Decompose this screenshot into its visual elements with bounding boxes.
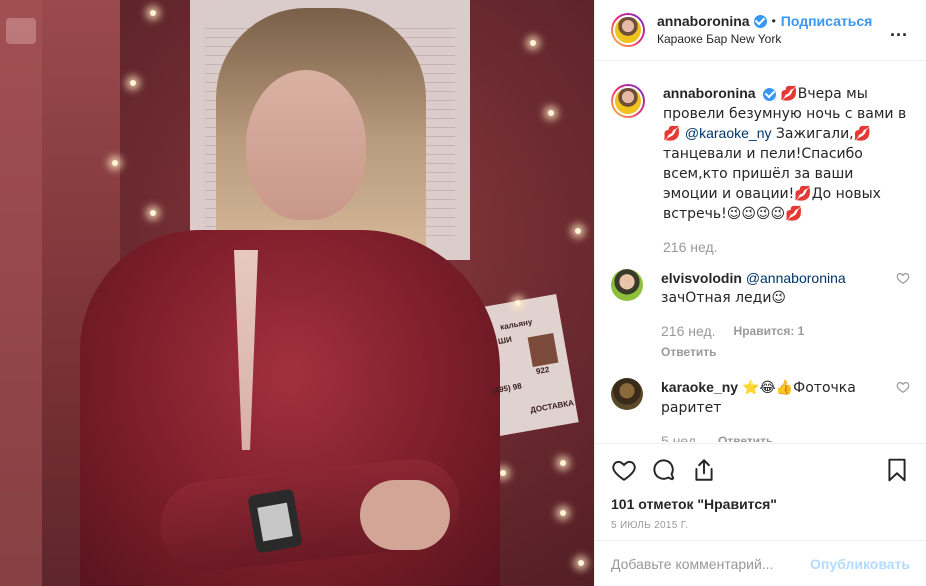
string-light — [150, 10, 156, 16]
caption-age[interactable]: 216 нед. — [663, 238, 718, 257]
caption-username[interactable]: annaboronina — [663, 85, 756, 101]
photo-door — [0, 0, 42, 586]
photo-face — [246, 70, 366, 220]
avatar[interactable] — [611, 13, 645, 47]
header-text: annaboronina • Подписаться Караоке Бар N… — [657, 13, 888, 47]
comment-item: karaoke_ny ⭐😂👍Фоточка раритет 5 нед. Отв… — [611, 378, 910, 442]
string-light — [150, 210, 156, 216]
comment-bubble-icon[interactable] — [651, 457, 677, 483]
string-light — [578, 560, 584, 566]
photo-sign-image — [527, 332, 559, 368]
action-buttons — [611, 454, 910, 486]
string-light — [515, 300, 521, 306]
string-light — [530, 40, 536, 46]
comment-message: зачОтная леди😉 — [661, 290, 787, 306]
publish-button[interactable]: Опубликовать — [810, 556, 910, 572]
photo-hand — [360, 480, 450, 550]
photo-door-handle — [6, 18, 36, 44]
string-light — [560, 460, 566, 466]
comment-avatar[interactable] — [611, 378, 643, 410]
location-link[interactable]: Караоке Бар New York — [657, 31, 888, 47]
post-photo[interactable]: кальяну ШИ 922 (495) 98 ДОСТАВКА — [0, 0, 594, 586]
comment-body: elvisvolodin @annaboronina зачОтная леди… — [661, 269, 890, 362]
string-light — [112, 160, 118, 166]
separator-dot: • — [771, 14, 776, 28]
comment-text: elvisvolodin @annaboronina зачОтная леди… — [661, 269, 890, 308]
post-sidebar: annaboronina • Подписаться Караоке Бар N… — [594, 0, 926, 586]
string-light — [575, 228, 581, 234]
post-header: annaboronina • Подписаться Караоке Бар N… — [595, 0, 926, 61]
comment-meta: 216 нед. Нравится: 1 — [661, 322, 890, 341]
verified-badge-icon — [753, 14, 767, 28]
photo-watch-face — [257, 502, 293, 542]
likes-count[interactable]: 101 отметок "Нравится" — [611, 496, 910, 512]
comment-username[interactable]: karaoke_ny — [661, 379, 738, 395]
caption-text: annaboronina 💋Вчера мы провели безумную … — [663, 84, 910, 224]
comment-item: elvisvolodin @annaboronina зачОтная леди… — [611, 269, 910, 362]
caption-meta: 216 нед. — [663, 238, 910, 257]
string-light — [500, 470, 506, 476]
comment-mention[interactable]: @annaboronina — [746, 270, 846, 286]
post-actions: 101 отметок "Нравится" 5 июль 2015 г. — [595, 443, 926, 531]
comment-input[interactable] — [611, 555, 811, 572]
verified-badge-icon — [763, 88, 777, 101]
avatar-image — [613, 86, 643, 116]
comment-avatar[interactable] — [611, 269, 643, 301]
share-icon[interactable] — [691, 457, 717, 483]
post-date[interactable]: 5 июль 2015 г. — [611, 520, 910, 531]
heart-outline-icon[interactable] — [896, 380, 910, 394]
header-user-line: annaboronina • Подписаться — [657, 13, 888, 29]
comments-list[interactable]: annaboronina 💋Вчера мы провели безумную … — [595, 62, 926, 442]
string-light — [560, 510, 566, 516]
comment-body: karaoke_ny ⭐😂👍Фоточка раритет 5 нед. Отв… — [661, 378, 890, 442]
comment-meta: 5 нед. Ответить — [661, 432, 890, 442]
comment-text: karaoke_ny ⭐😂👍Фоточка раритет — [661, 378, 890, 418]
follow-button[interactable]: Подписаться — [781, 13, 873, 29]
like-heart-icon[interactable] — [611, 457, 637, 483]
reply-button[interactable]: Ответить — [661, 343, 890, 362]
header-username[interactable]: annaboronina — [657, 13, 750, 29]
avatar-image — [613, 15, 643, 45]
comment-age[interactable]: 216 нед. — [661, 322, 716, 341]
heart-outline-icon[interactable] — [896, 271, 910, 285]
instagram-post: кальяну ШИ 922 (495) 98 ДОСТАВКА annaboronin… — [0, 0, 926, 586]
comment-age[interactable]: 5 нед. — [661, 432, 700, 442]
caption-mention[interactable]: @karaoke_ny — [685, 125, 772, 141]
string-light — [548, 110, 554, 116]
caption: annaboronina 💋Вчера мы провели безумную … — [611, 84, 910, 257]
bookmark-icon[interactable] — [884, 457, 910, 483]
more-options-icon[interactable]: ... — [888, 20, 910, 41]
add-comment-bar: Опубликовать — [595, 540, 926, 586]
comment-username[interactable]: elvisvolodin — [661, 270, 742, 286]
comment-likes[interactable]: Нравится: 1 — [734, 322, 805, 341]
caption-body: annaboronina 💋Вчера мы провели безумную … — [663, 84, 910, 257]
reply-button[interactable]: Ответить — [718, 432, 773, 442]
caption-avatar[interactable] — [611, 84, 645, 118]
string-light — [130, 80, 136, 86]
